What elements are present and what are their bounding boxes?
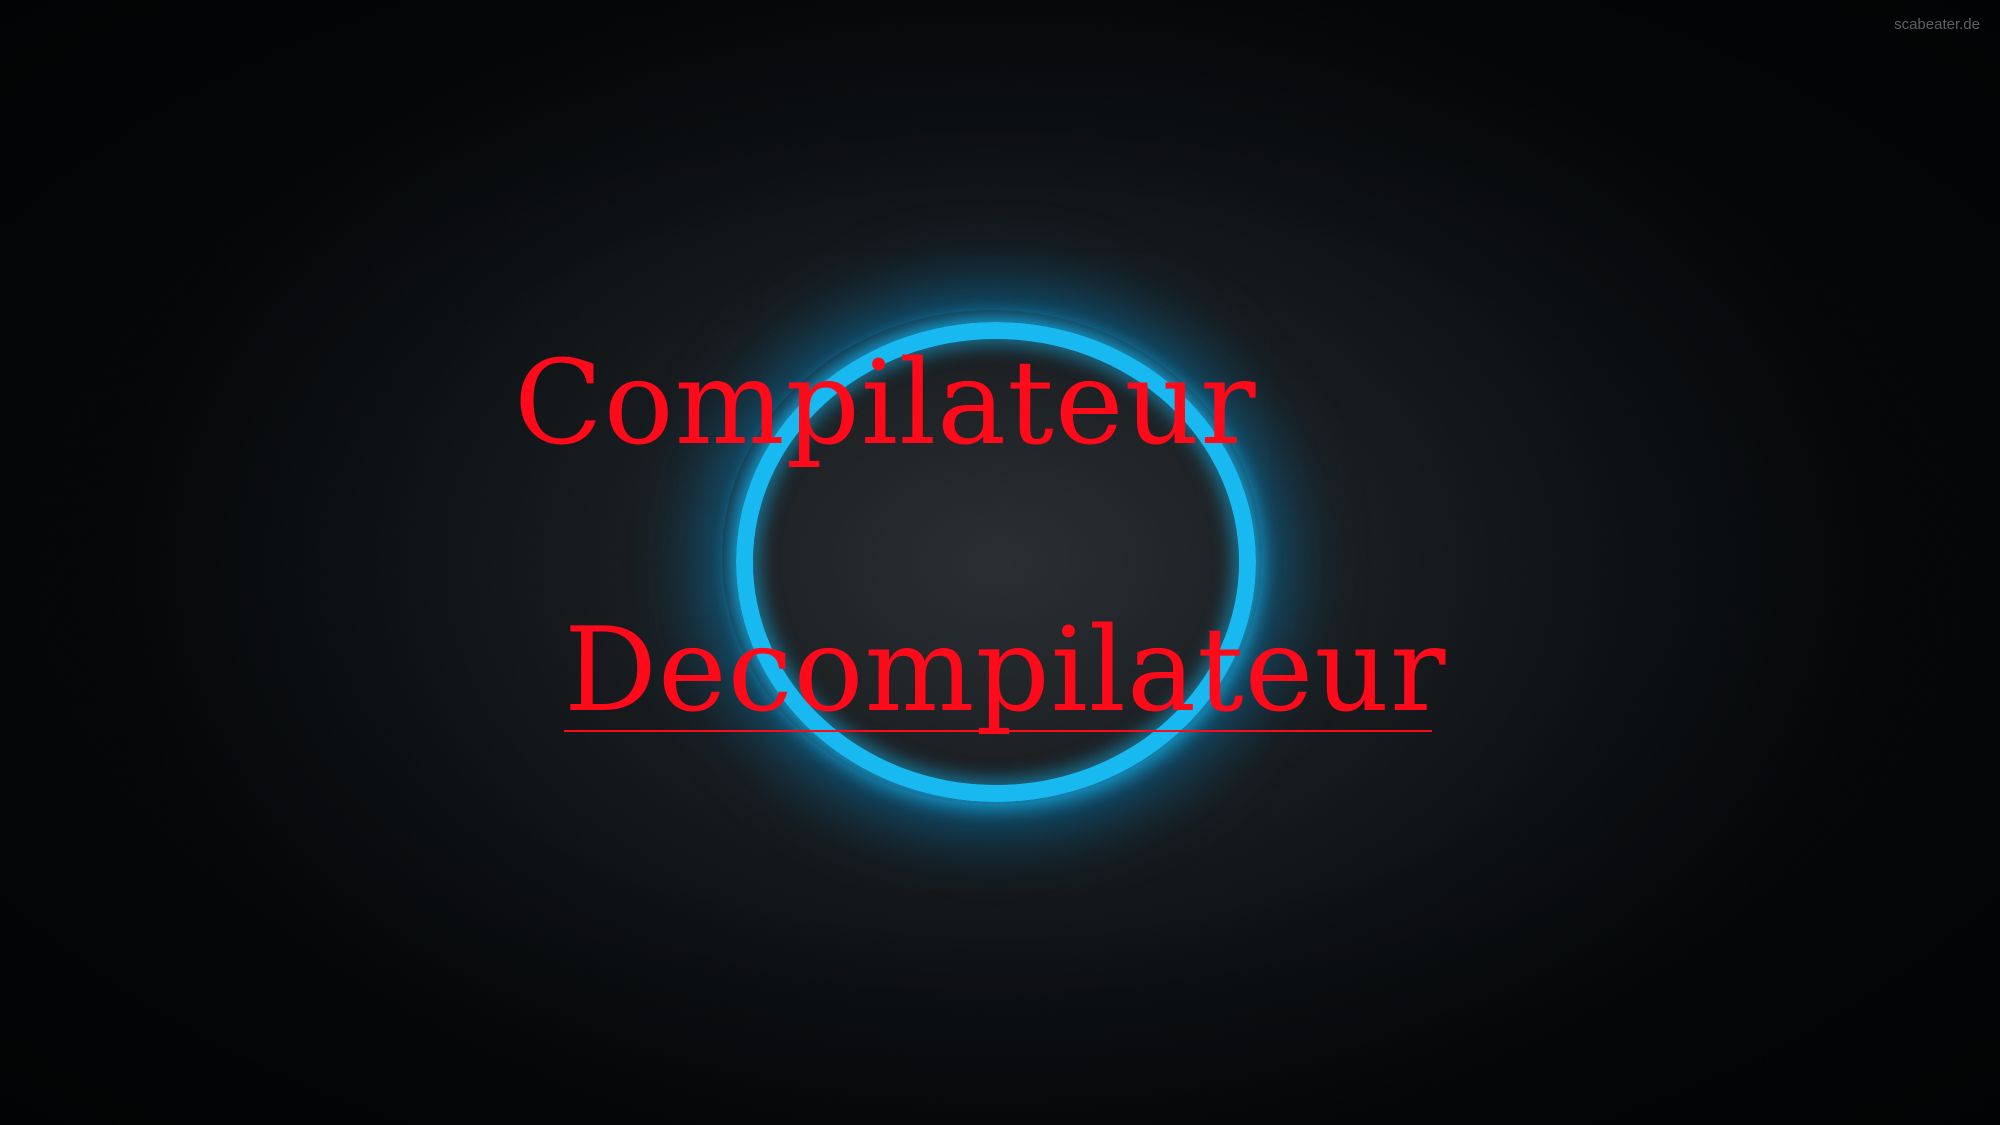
decompiler-underline <box>564 730 1432 732</box>
compiler-menu-item[interactable]: Compilateur <box>514 346 1257 462</box>
app-screen: Compilateur Decompilateur scabeater.de <box>0 0 2000 1125</box>
decompiler-menu-item[interactable]: Decompilateur <box>564 613 1447 729</box>
watermark: scabeater.de <box>1894 16 1980 33</box>
